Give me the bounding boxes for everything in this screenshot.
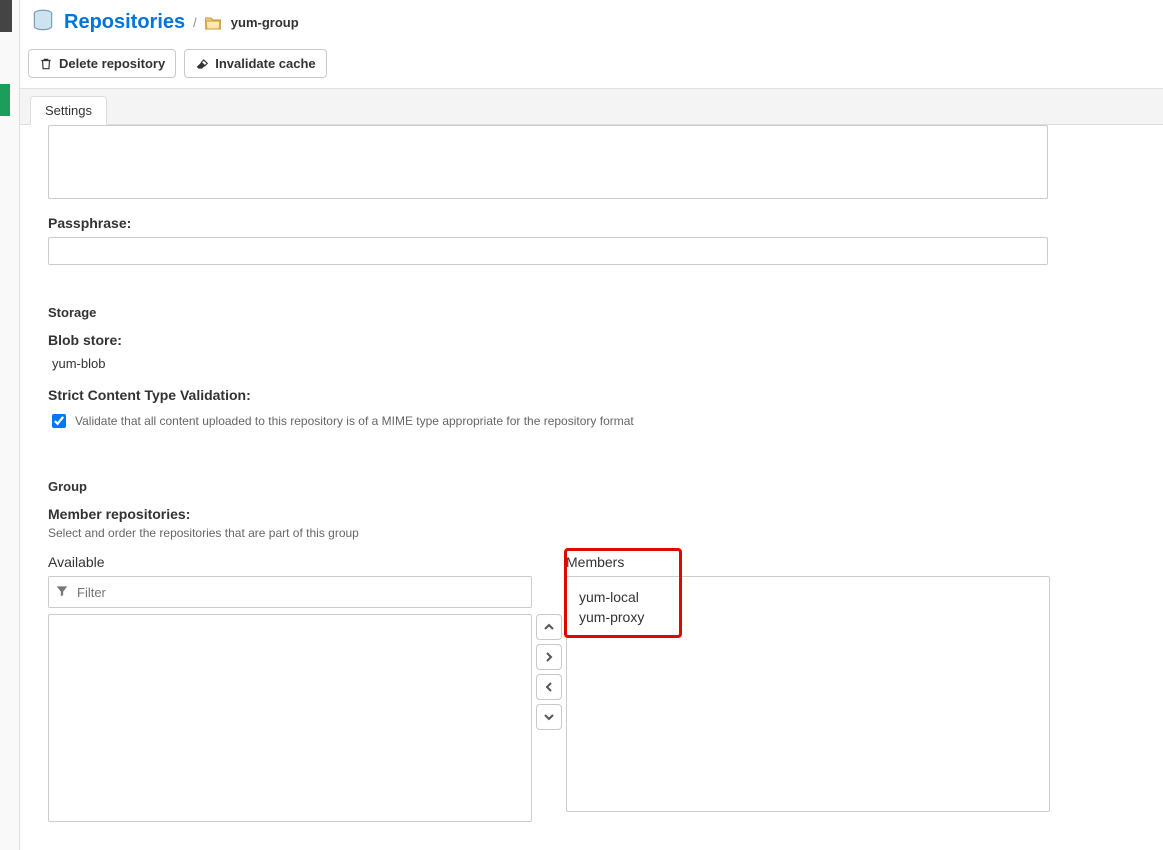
tab-settings[interactable]: Settings: [30, 96, 107, 125]
key-textarea[interactable]: [48, 125, 1048, 199]
delete-repository-button[interactable]: Delete repository: [28, 49, 176, 78]
member-item[interactable]: yum-local: [577, 587, 1039, 607]
mover-buttons: [536, 614, 562, 730]
move-left-button[interactable]: [536, 674, 562, 700]
form-area: Passphrase: Storage Blob store: yum-blob…: [20, 125, 1163, 850]
strict-content-help: Validate that all content uploaded to th…: [75, 414, 634, 428]
available-heading: Available: [48, 554, 532, 570]
blob-store-label: Blob store:: [48, 332, 1135, 348]
tab-bar: Settings: [20, 89, 1163, 125]
passphrase-input[interactable]: [48, 237, 1048, 265]
member-repos-label: Member repositories:: [48, 506, 1135, 522]
filter-icon: [55, 584, 69, 601]
blob-store-value: yum-blob: [52, 356, 1135, 371]
move-up-button[interactable]: [536, 614, 562, 640]
members-heading: Members: [566, 554, 1050, 570]
storage-heading: Storage: [48, 305, 1135, 320]
strict-content-label: Strict Content Type Validation:: [48, 387, 1135, 403]
header: Repositories / yum-group: [20, 0, 1163, 45]
move-right-button[interactable]: [536, 644, 562, 670]
invalidate-cache-label: Invalidate cache: [215, 56, 315, 71]
trash-icon: [39, 57, 53, 71]
passphrase-label: Passphrase:: [48, 215, 1135, 231]
members-list[interactable]: yum-local yum-proxy: [566, 576, 1050, 812]
collapsed-sidebar[interactable]: [0, 0, 20, 850]
available-filter[interactable]: [48, 576, 532, 608]
database-icon: [30, 8, 56, 37]
folder-icon: [205, 16, 221, 30]
breadcrumb-separator: /: [193, 15, 197, 30]
invalidate-cache-button[interactable]: Invalidate cache: [184, 49, 326, 78]
sidebar-handle[interactable]: [0, 0, 12, 32]
member-item[interactable]: yum-proxy: [577, 607, 1039, 627]
eraser-icon: [195, 57, 209, 71]
available-filter-input[interactable]: [75, 584, 525, 601]
action-toolbar: Delete repository Invalidate cache: [20, 45, 1163, 89]
sidebar-active-indicator: [0, 84, 10, 116]
breadcrumb-current: yum-group: [231, 15, 299, 30]
delete-repository-label: Delete repository: [59, 56, 165, 71]
group-heading: Group: [48, 479, 1135, 494]
move-down-button[interactable]: [536, 704, 562, 730]
available-list[interactable]: [48, 614, 532, 822]
member-repos-help: Select and order the repositories that a…: [48, 526, 1135, 540]
strict-content-checkbox[interactable]: [52, 414, 66, 428]
page-title[interactable]: Repositories: [64, 11, 185, 34]
dual-list: Available: [48, 554, 1135, 822]
